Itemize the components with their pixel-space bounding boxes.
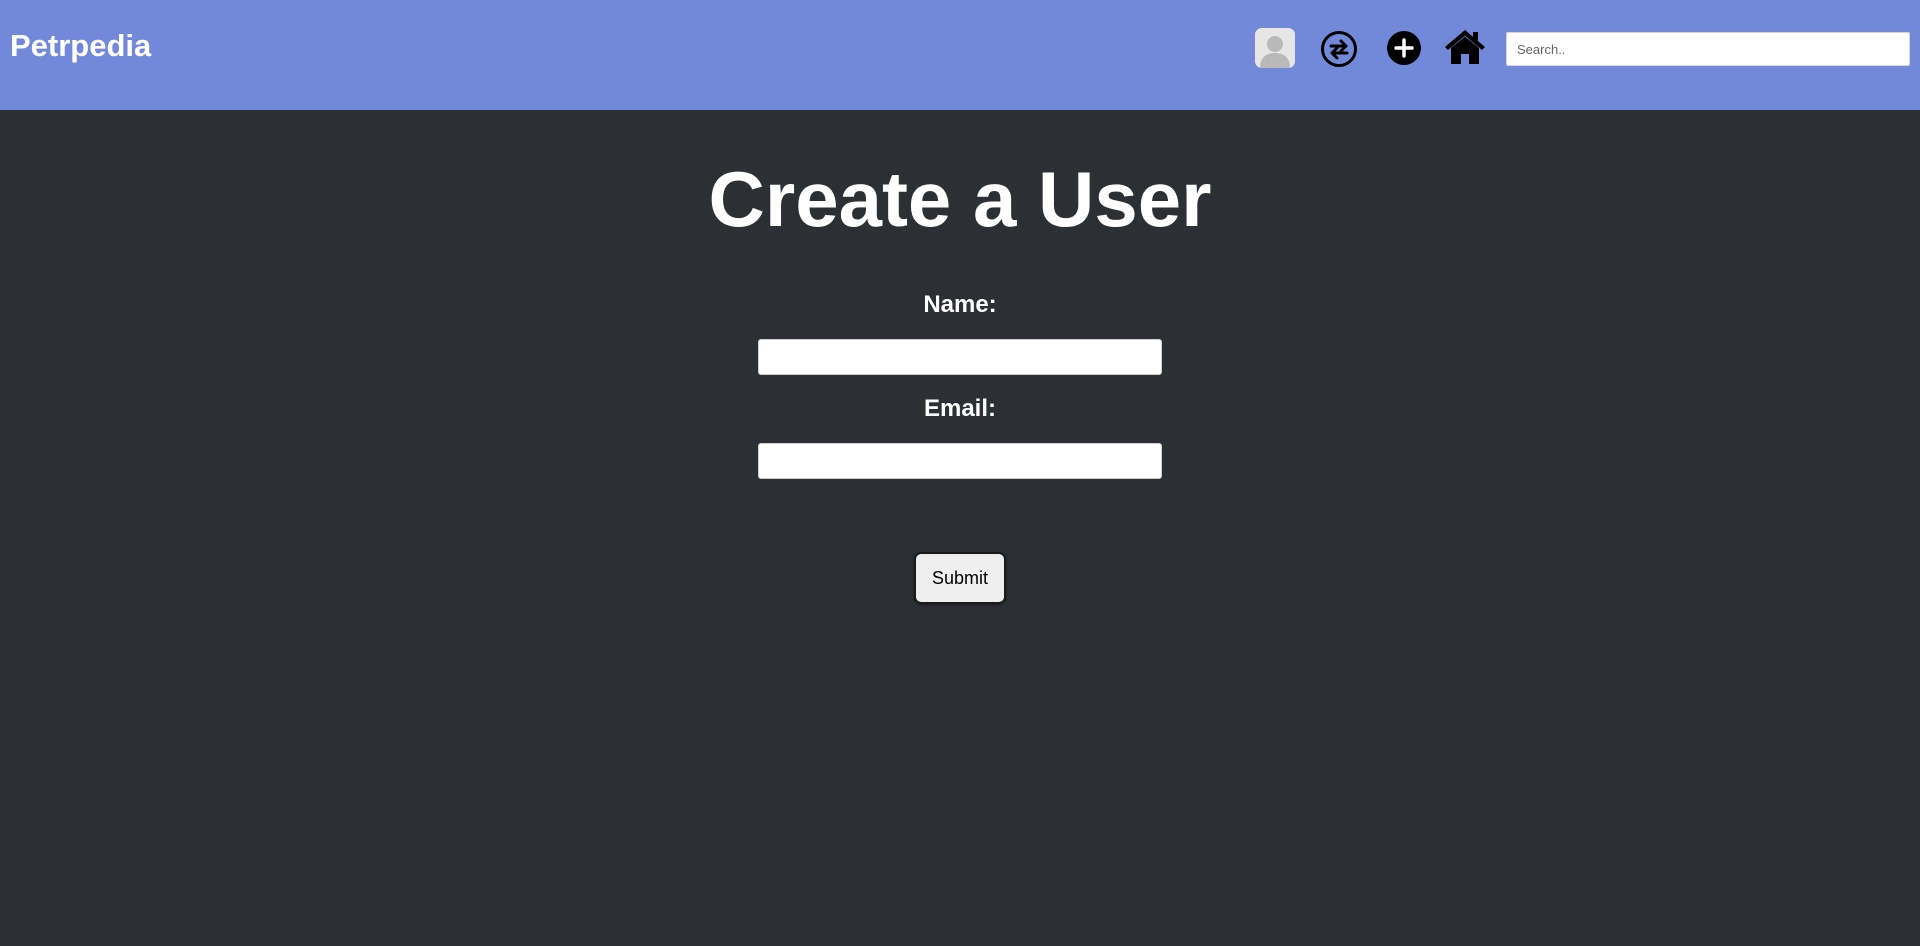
brand-logo[interactable]: Petrpedia — [10, 28, 151, 64]
submit-button[interactable]: Submit — [914, 552, 1006, 604]
email-label: Email: — [923, 395, 997, 422]
email-field[interactable] — [758, 443, 1162, 479]
page-title: Create a User — [708, 155, 1212, 243]
home-icon[interactable] — [1444, 28, 1486, 66]
add-icon[interactable] — [1386, 30, 1422, 66]
top-navbar: Petrpedia — [0, 0, 1920, 110]
name-label: Name: — [923, 291, 997, 318]
search-input[interactable] — [1506, 32, 1910, 66]
name-field[interactable] — [758, 339, 1162, 375]
swap-icon[interactable] — [1320, 30, 1358, 68]
main-content: Create a User Name: Email: Submit — [0, 110, 1920, 946]
avatar-icon[interactable] — [1255, 28, 1295, 68]
